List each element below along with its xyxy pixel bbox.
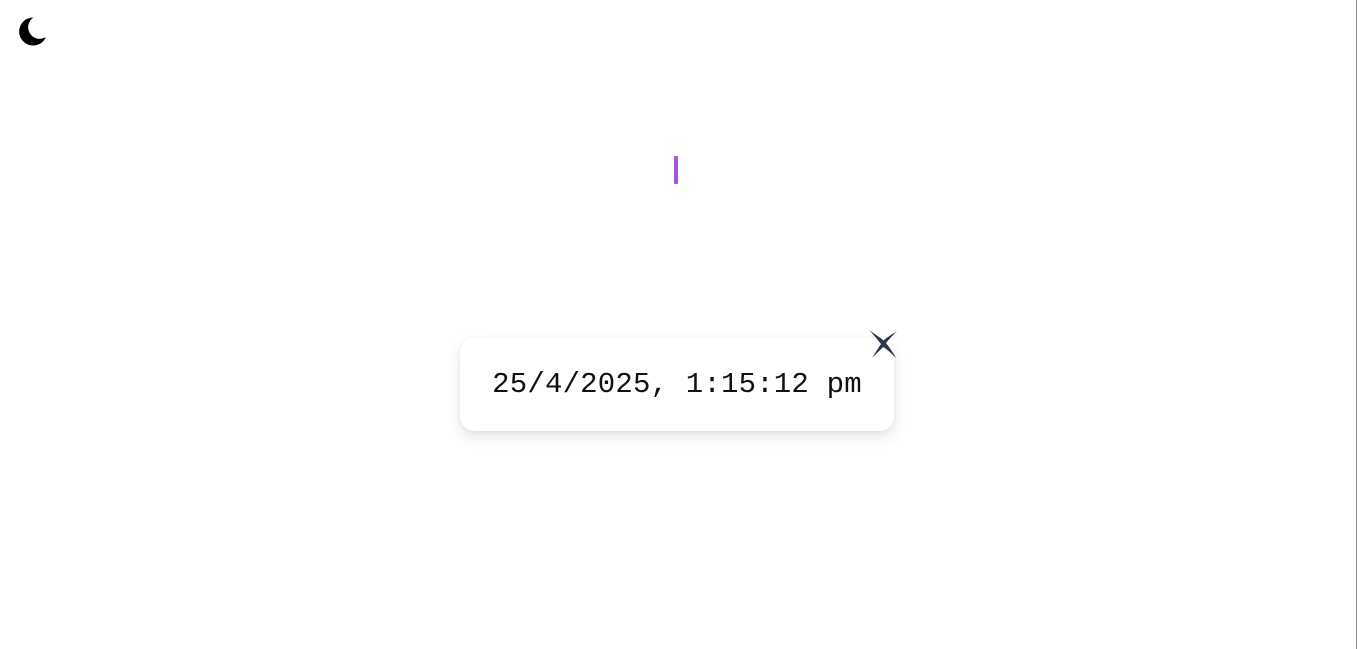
clock-card: 25/4/2025, 1:15:12 pm xyxy=(460,338,894,431)
close-x-icon xyxy=(867,327,899,359)
clock-datetime-text: 25/4/2025, 1:15:12 pm xyxy=(492,368,862,401)
moon-icon xyxy=(16,15,48,47)
theme-toggle-button[interactable] xyxy=(15,14,49,48)
page-viewport: 25/4/2025, 1:15:12 pm xyxy=(0,0,1357,649)
close-button[interactable] xyxy=(866,326,900,360)
text-cursor xyxy=(674,156,678,184)
